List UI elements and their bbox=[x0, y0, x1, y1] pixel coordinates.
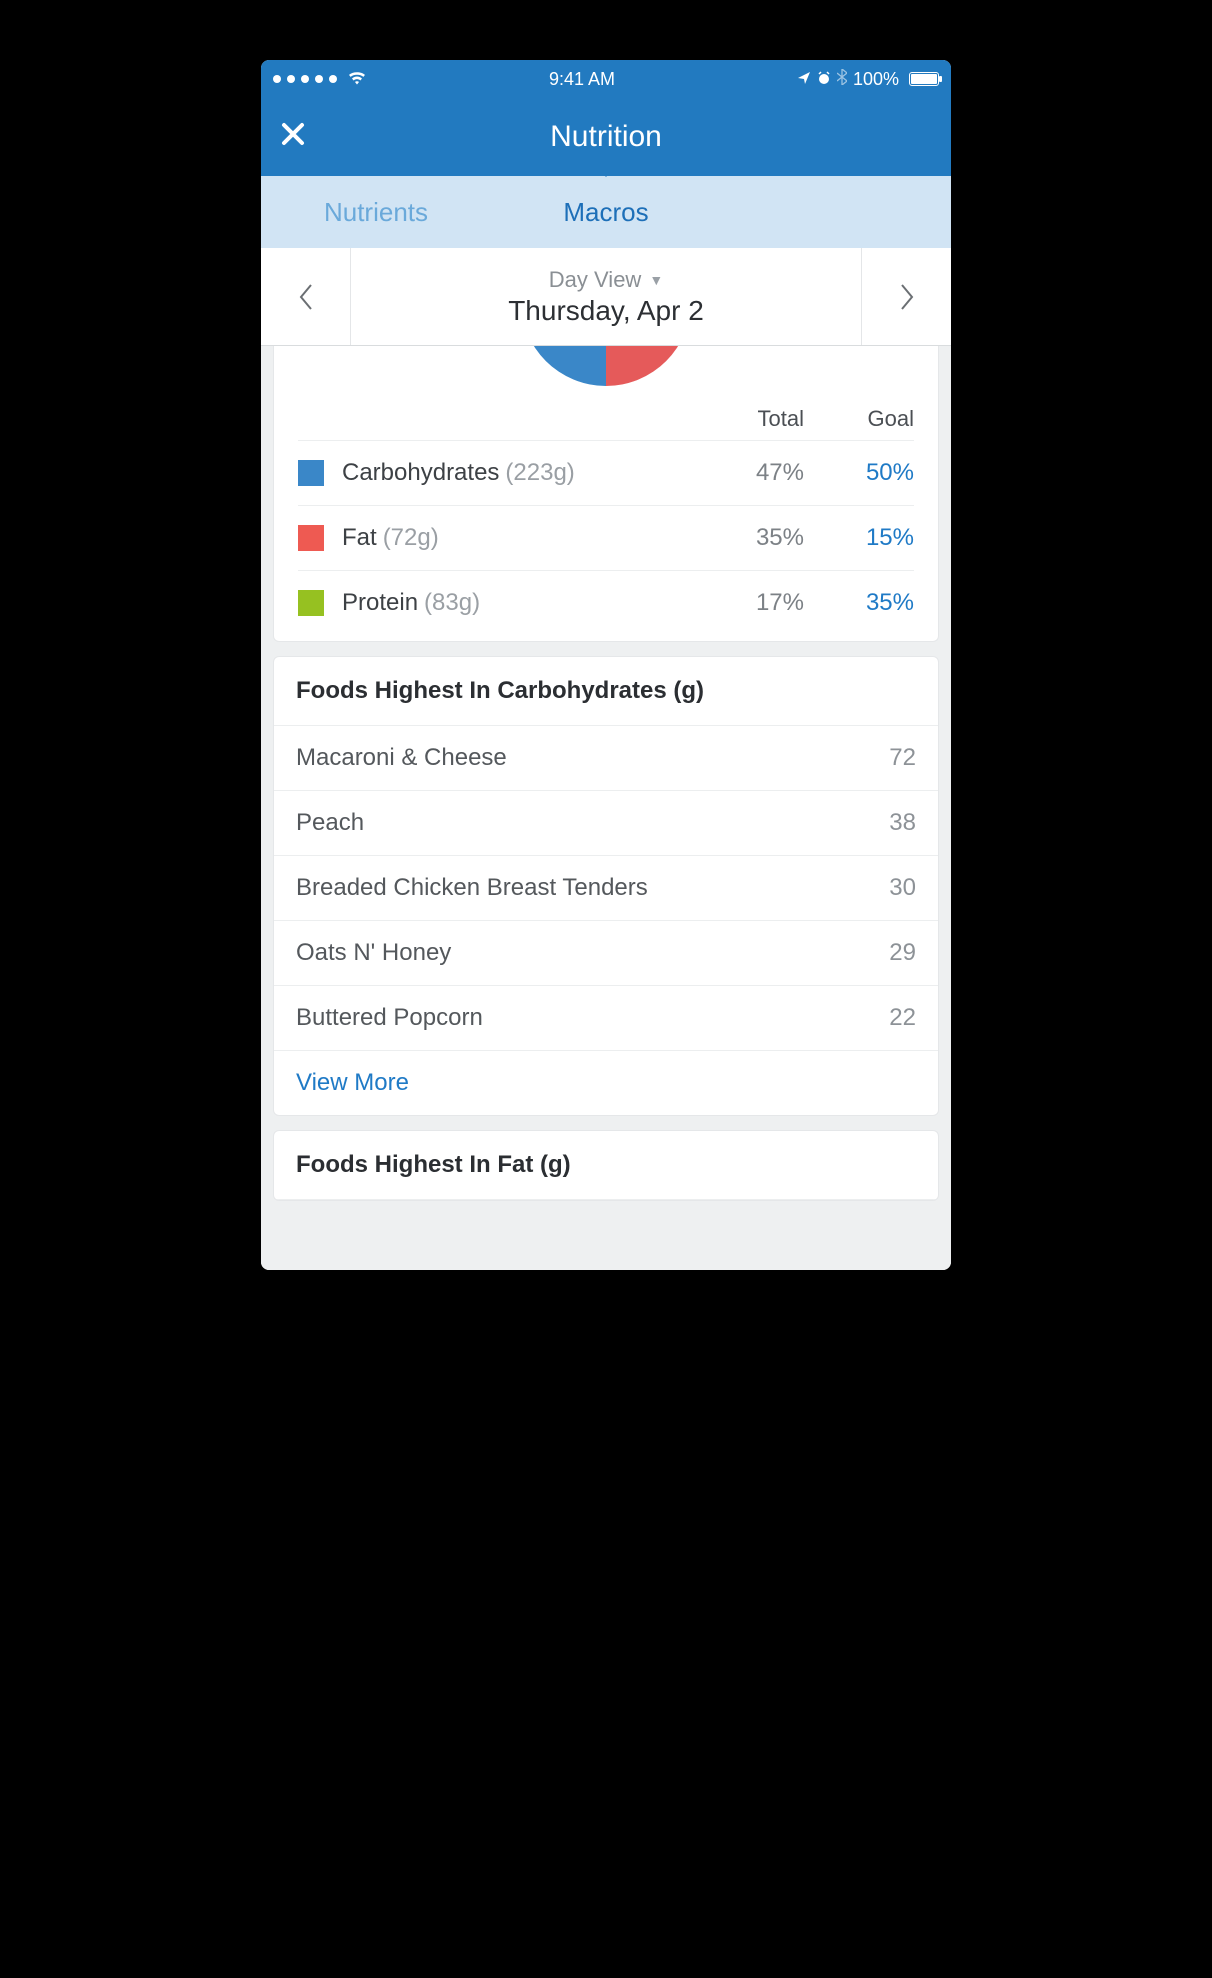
macro-goal: 35% bbox=[804, 589, 914, 617]
date-navigator: Day View ▼ Thursday, Apr 2 bbox=[261, 248, 951, 346]
macro-goal: 15% bbox=[804, 524, 914, 552]
food-name: Oats N' Honey bbox=[296, 939, 451, 967]
close-button[interactable] bbox=[281, 122, 305, 152]
previous-day-button[interactable] bbox=[261, 248, 351, 345]
food-value: 30 bbox=[889, 874, 916, 902]
food-name: Breaded Chicken Breast Tenders bbox=[296, 874, 648, 902]
food-name: Buttered Popcorn bbox=[296, 1004, 483, 1032]
swatch-icon bbox=[298, 460, 324, 486]
tab-indicator-icon bbox=[594, 163, 618, 177]
status-bar: 9:41 AM 100% bbox=[261, 60, 951, 98]
chevron-down-icon: ▼ bbox=[649, 272, 663, 288]
macro-name: Protein bbox=[342, 589, 418, 617]
macro-qty: (72g) bbox=[383, 524, 439, 552]
tab-empty bbox=[721, 176, 951, 248]
view-mode-selector[interactable]: Day View ▼ bbox=[549, 267, 663, 293]
status-signal bbox=[273, 69, 367, 90]
location-icon bbox=[797, 69, 811, 90]
food-row[interactable]: Breaded Chicken Breast Tenders 30 bbox=[274, 855, 938, 920]
macros-pie-chart bbox=[274, 346, 938, 396]
tab-nutrients[interactable]: Nutrients bbox=[261, 176, 491, 248]
view-mode-label: Day View bbox=[549, 267, 642, 293]
next-day-button[interactable] bbox=[861, 248, 951, 345]
macro-qty: (223g) bbox=[505, 459, 574, 487]
food-row[interactable]: Macaroni & Cheese 72 bbox=[274, 725, 938, 790]
food-value: 22 bbox=[889, 1004, 916, 1032]
current-date: Thursday, Apr 2 bbox=[508, 295, 704, 327]
page-title: Nutrition bbox=[550, 120, 662, 154]
column-goal: Goal bbox=[804, 406, 914, 432]
swatch-icon bbox=[298, 525, 324, 551]
macros-card: Total Goal Carbohydrates (223g) 47% 50% … bbox=[273, 346, 939, 642]
macro-total: 17% bbox=[684, 589, 804, 617]
nav-bar: Nutrition bbox=[261, 98, 951, 176]
alarm-icon bbox=[817, 69, 831, 90]
food-value: 38 bbox=[889, 809, 916, 837]
view-more-button[interactable]: View More bbox=[274, 1050, 938, 1115]
macro-total: 47% bbox=[684, 459, 804, 487]
foods-carbs-card: Foods Highest In Carbohydrates (g) Macar… bbox=[273, 656, 939, 1116]
macro-row-carbs[interactable]: Carbohydrates (223g) 47% 50% bbox=[298, 440, 914, 505]
bluetooth-icon bbox=[837, 69, 847, 90]
macro-qty: (83g) bbox=[424, 589, 480, 617]
food-value: 72 bbox=[889, 744, 916, 772]
food-row[interactable]: Oats N' Honey 29 bbox=[274, 920, 938, 985]
macro-name: Fat bbox=[342, 524, 377, 552]
wifi-icon bbox=[347, 69, 367, 90]
macro-name: Carbohydrates bbox=[342, 459, 499, 487]
food-row[interactable]: Buttered Popcorn 22 bbox=[274, 985, 938, 1050]
foods-fat-card: Foods Highest In Fat (g) bbox=[273, 1130, 939, 1201]
status-time: 9:41 AM bbox=[549, 69, 615, 90]
macro-row-fat[interactable]: Fat (72g) 35% 15% bbox=[298, 505, 914, 570]
food-row[interactable]: Peach 38 bbox=[274, 790, 938, 855]
tab-macros[interactable]: Macros bbox=[491, 176, 721, 248]
column-total: Total bbox=[684, 406, 804, 432]
swatch-icon bbox=[298, 590, 324, 616]
pie-icon bbox=[521, 346, 691, 386]
food-value: 29 bbox=[889, 939, 916, 967]
section-title: Foods Highest In Fat (g) bbox=[274, 1131, 938, 1200]
macro-goal: 50% bbox=[804, 459, 914, 487]
food-name: Macaroni & Cheese bbox=[296, 744, 507, 772]
tabs: Nutrients Macros bbox=[261, 176, 951, 248]
section-title: Foods Highest In Carbohydrates (g) bbox=[274, 657, 938, 725]
macro-total: 35% bbox=[684, 524, 804, 552]
macro-row-protein[interactable]: Protein (83g) 17% 35% bbox=[298, 570, 914, 635]
battery-icon bbox=[909, 72, 939, 86]
food-name: Peach bbox=[296, 809, 364, 837]
battery-percent: 100% bbox=[853, 69, 899, 90]
